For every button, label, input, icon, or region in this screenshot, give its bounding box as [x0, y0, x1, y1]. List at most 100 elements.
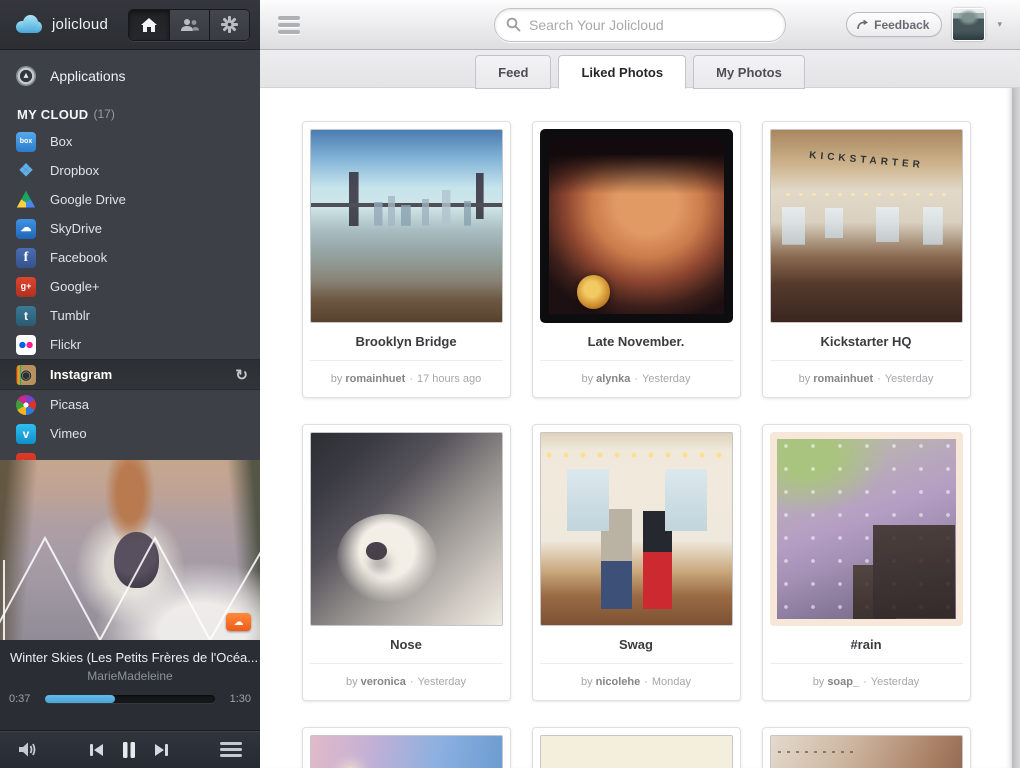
- seek-bar[interactable]: [45, 695, 215, 703]
- tab-my-photos[interactable]: My Photos: [693, 55, 805, 89]
- photo-overlay-text: [541, 450, 731, 467]
- sidebar-item-label: Dropbox: [50, 163, 99, 178]
- photo-card[interactable]: [302, 727, 511, 768]
- byline-time: 17 hours ago: [417, 373, 481, 385]
- byline-prefix: by: [799, 373, 811, 385]
- track-info: Winter Skies (Les Petits Frères de l'Océ…: [0, 640, 260, 730]
- photo-thumbnail[interactable]: KICKSTARTER: [770, 129, 963, 323]
- sidebar-item-gplus[interactable]: g+ Google+: [0, 272, 260, 301]
- photo-byline: bynicolehe·Monday: [540, 664, 733, 700]
- feedback-button[interactable]: Feedback: [846, 12, 942, 37]
- photo-card[interactable]: [762, 727, 971, 768]
- photo-byline: byalynka·Yesterday: [540, 361, 733, 397]
- byline-prefix: by: [581, 676, 593, 688]
- photo-thumbnail[interactable]: [310, 432, 503, 626]
- photo-thumbnail[interactable]: [540, 432, 733, 626]
- photo-overlay-text: [541, 753, 731, 768]
- tab-strip: Feed Liked Photos My Photos: [260, 50, 1020, 88]
- gear-icon: [221, 16, 238, 33]
- byline-separator: ·: [863, 676, 867, 688]
- people-icon: [180, 18, 200, 32]
- tab-label: Liked Photos: [581, 65, 663, 80]
- home-nav-button[interactable]: [129, 10, 169, 40]
- sidebar-item-youtube[interactable]: ▶: [0, 448, 260, 460]
- photo-card[interactable]: Late November. byalynka·Yesterday: [532, 121, 741, 398]
- sidebar-item-label: Instagram: [50, 367, 112, 382]
- sidebar-item-dropbox[interactable]: ❖ Dropbox: [0, 156, 260, 185]
- scrollbar-track[interactable]: [1012, 88, 1020, 768]
- photo-byline: byromainhuet·17 hours ago: [310, 361, 503, 397]
- sidebar-item-facebook[interactable]: f Facebook: [0, 243, 260, 272]
- photo-thumbnail[interactable]: [770, 432, 963, 626]
- photo-thumbnail[interactable]: [310, 735, 503, 768]
- photo-thumbnail[interactable]: [770, 735, 963, 768]
- tab-label: Feed: [498, 65, 528, 80]
- applications-label: Applications: [50, 68, 126, 84]
- tab-feed[interactable]: Feed: [475, 55, 551, 89]
- byline-username: romainhuet: [813, 373, 873, 385]
- duration-time: 1:30: [221, 693, 251, 705]
- people-nav-button[interactable]: [169, 10, 209, 40]
- sidebar-item-instagram[interactable]: ◉ Instagram ↻: [0, 359, 260, 390]
- feedback-arrow-icon: [856, 19, 869, 30]
- sync-icon[interactable]: ↻: [235, 366, 248, 384]
- tumblr-icon: t: [16, 306, 36, 326]
- top-bar: Feedback ▾: [260, 0, 1020, 50]
- byline-time: Monday: [652, 676, 691, 688]
- tab-liked-photos[interactable]: Liked Photos: [558, 55, 686, 89]
- photo-feed: Brooklyn Bridge byromainhuet·17 hours ag…: [260, 88, 1012, 768]
- sidebar-item-label: Picasa: [50, 397, 89, 412]
- brand-name: jolicloud: [52, 16, 108, 33]
- skydrive-icon: ☁: [16, 219, 36, 239]
- previous-icon: [89, 743, 104, 757]
- hamburger-menu-icon[interactable]: [276, 12, 302, 38]
- photo-thumbnail[interactable]: [540, 735, 733, 768]
- sidebar-item-picasa[interactable]: Picasa: [0, 390, 260, 419]
- previous-button[interactable]: [87, 741, 106, 759]
- byline-separator: ·: [410, 676, 414, 688]
- sidebar-item-vimeo[interactable]: v Vimeo: [0, 419, 260, 448]
- sidebar-item-tumblr[interactable]: t Tumblr: [0, 301, 260, 330]
- sidebar-list: Applications MY CLOUD (17) box Box ❖ Dro…: [0, 51, 260, 460]
- photo-card[interactable]: KICKSTARTER Kickstarter HQ byromainhuet·…: [762, 121, 971, 398]
- pause-button[interactable]: [120, 739, 138, 761]
- chevron-down-icon[interactable]: ▾: [995, 17, 1004, 32]
- sidebar-item-flickr[interactable]: Flickr: [0, 330, 260, 359]
- photo-thumbnail[interactable]: [310, 129, 503, 323]
- photo-card[interactable]: Nose byveronica·Yesterday: [302, 424, 511, 701]
- queue-button[interactable]: [218, 740, 244, 759]
- photo-card[interactable]: #rain bysoap_·Yesterday: [762, 424, 971, 701]
- top-bar-right: Feedback ▾: [846, 8, 1004, 41]
- applications-icon: [16, 66, 36, 86]
- main-nav: [128, 9, 250, 41]
- sidebar-item-box[interactable]: box Box: [0, 127, 260, 156]
- search-container: [494, 8, 786, 42]
- player-controls: [0, 730, 260, 768]
- dropbox-icon: ❖: [16, 161, 36, 181]
- byline-username: nicolehe: [596, 676, 641, 688]
- user-avatar[interactable]: [952, 8, 985, 41]
- search-input[interactable]: [494, 8, 786, 42]
- next-button[interactable]: [152, 741, 171, 759]
- volume-button[interactable]: [16, 739, 40, 760]
- instagram-icon: ◉: [16, 365, 36, 385]
- sidebar-item-applications[interactable]: Applications: [0, 61, 260, 91]
- main-area: Feedback ▾ Feed Liked Photos My Photos B…: [260, 0, 1020, 768]
- byline-time: Yesterday: [871, 676, 920, 688]
- sidebar-item-label: Box: [50, 134, 72, 149]
- photo-thumbnail[interactable]: [540, 129, 733, 323]
- sidebar-item-skydrive[interactable]: ☁ SkyDrive: [0, 214, 260, 243]
- sidebar-item-gdrive[interactable]: Google Drive: [0, 185, 260, 214]
- photo-overlay-text: [311, 147, 501, 164]
- photo-card[interactable]: [532, 727, 741, 768]
- settings-nav-button[interactable]: [209, 10, 249, 40]
- photo-title: Brooklyn Bridge: [310, 323, 503, 361]
- sidebar-item-label: Facebook: [50, 250, 107, 265]
- byline-time: Yesterday: [418, 676, 467, 688]
- photo-card[interactable]: Brooklyn Bridge byromainhuet·17 hours ag…: [302, 121, 511, 398]
- jolicloud-app: jolicloud Applications MY CLOUD (1: [0, 0, 1020, 768]
- photo-overlay-text: [311, 753, 501, 768]
- byline-prefix: by: [331, 373, 343, 385]
- photo-card[interactable]: Swag bynicolehe·Monday: [532, 424, 741, 701]
- photo-title: Swag: [540, 626, 733, 664]
